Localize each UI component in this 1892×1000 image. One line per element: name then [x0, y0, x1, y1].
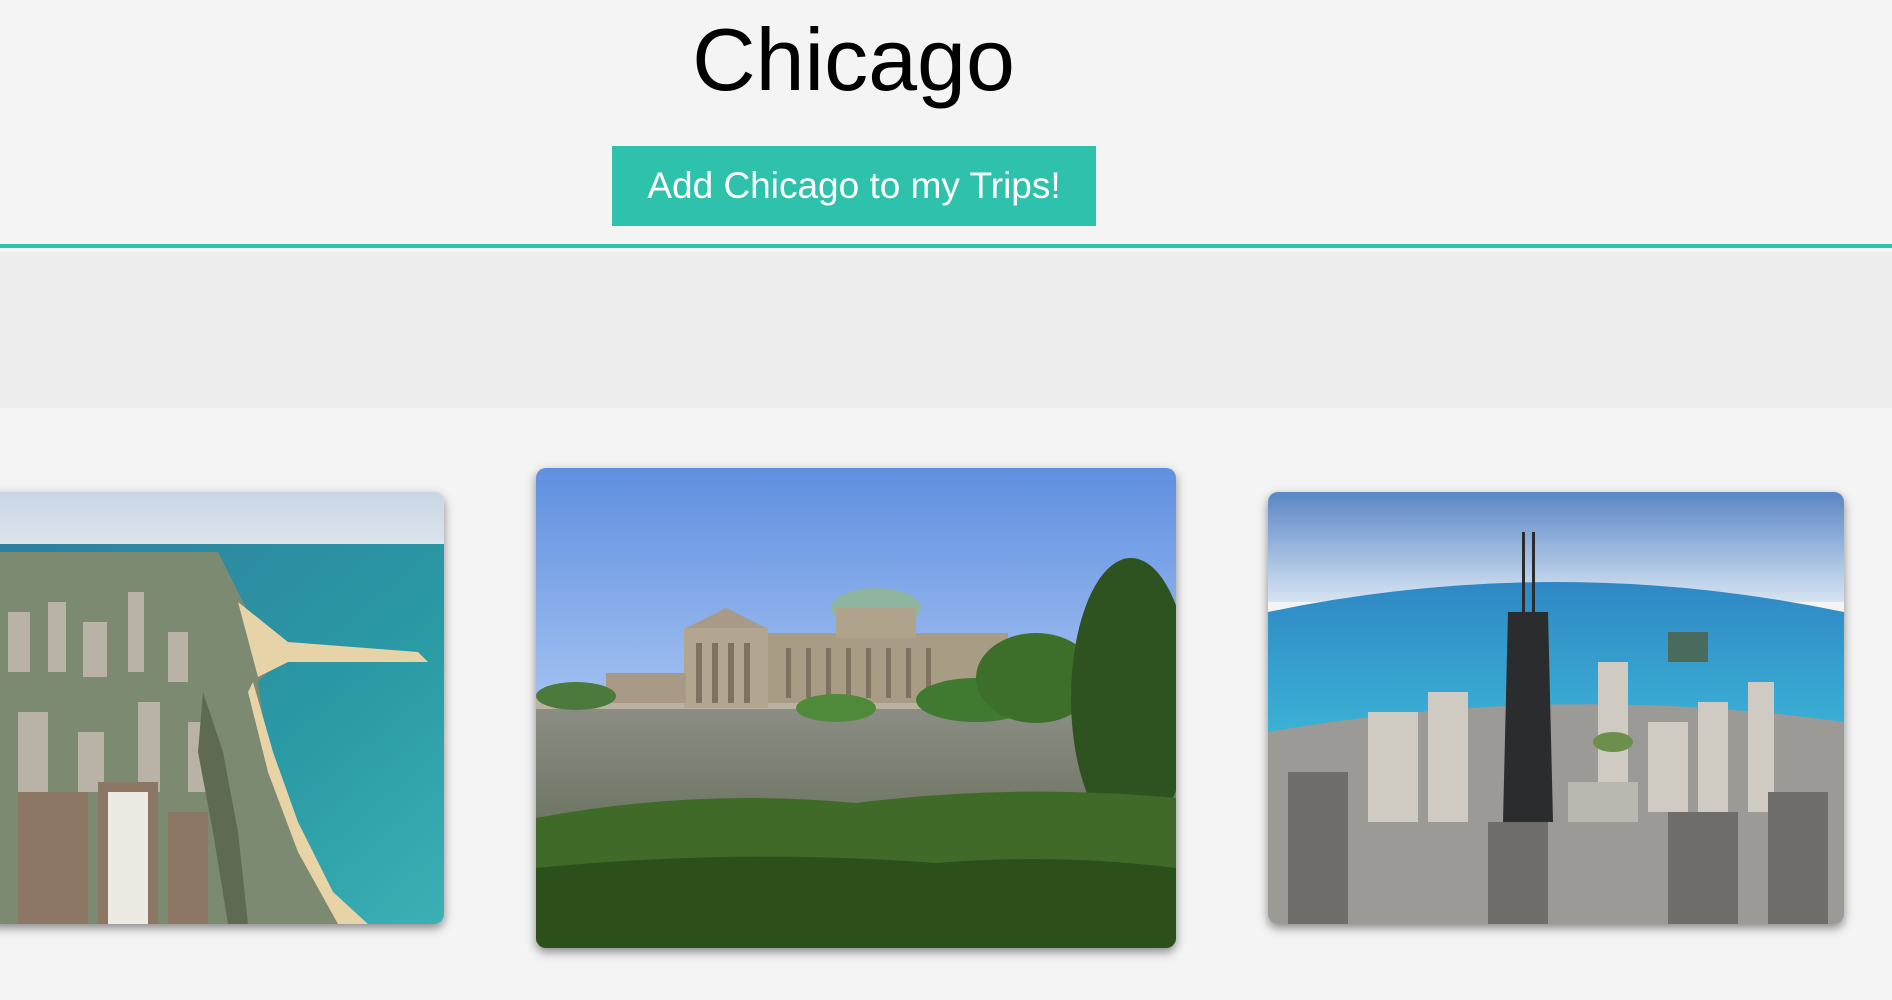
content-band	[0, 252, 1892, 408]
city-page: Chicago Add Chicago to my Trips!	[0, 0, 1892, 1000]
photo-museum-image	[536, 468, 1176, 948]
carousel-photo-right[interactable]	[1268, 492, 1844, 924]
carousel-photo-center[interactable]	[536, 468, 1176, 948]
carousel-photo-left[interactable]	[0, 492, 444, 924]
page-title: Chicago	[692, 10, 1015, 109]
photo-carousel[interactable]	[0, 408, 1892, 1000]
add-to-trips-button[interactable]: Add Chicago to my Trips!	[612, 146, 1096, 226]
photo-lakeshore-image	[0, 492, 444, 924]
photo-skyline-image	[1268, 492, 1844, 924]
city-header: Chicago Add Chicago to my Trips!	[0, 0, 1892, 248]
